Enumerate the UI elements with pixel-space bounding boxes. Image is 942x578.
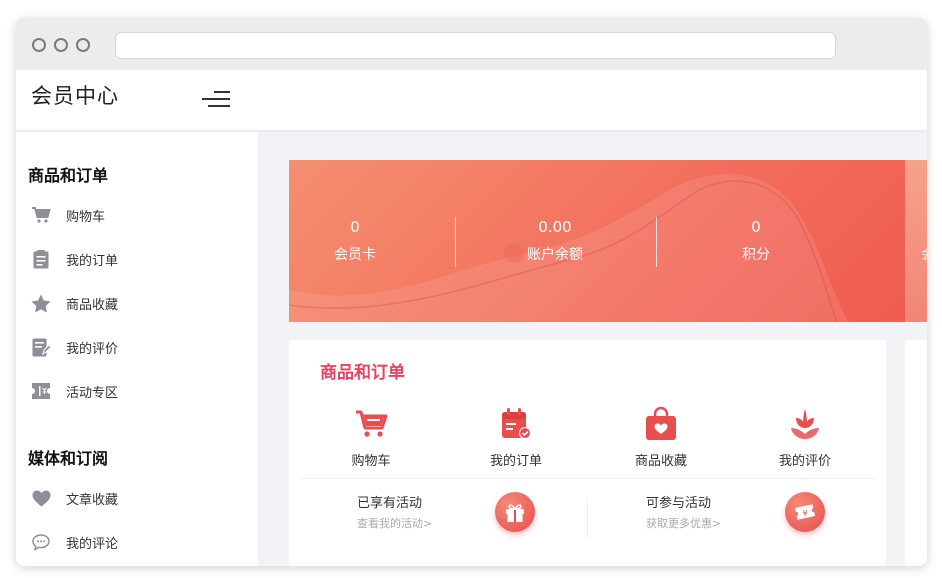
promo-title: 已享有活动	[357, 496, 423, 511]
quick-link-reviews[interactable]: 我的评价	[755, 406, 855, 469]
sidebar-item-label: 购物车	[66, 209, 106, 225]
heart-icon	[30, 487, 52, 509]
svg-text:¥: ¥	[802, 509, 807, 518]
quick-link-label: 我的评价	[778, 454, 831, 469]
clipboard-icon	[30, 248, 52, 270]
stat-label: 账户余额	[527, 247, 583, 263]
stat-value: 0.00	[538, 218, 572, 236]
window-close-dot[interactable]	[32, 38, 46, 52]
address-bar[interactable]	[115, 32, 836, 59]
promo-subtitle-link[interactable]: 查看我的活动>	[357, 515, 432, 531]
stat-value: 0	[751, 218, 761, 236]
sidebar-item-label: 活动专区	[66, 385, 119, 401]
sidebar-item-events[interactable]: 活动专区	[30, 378, 230, 404]
account-summary-banner: 0 会员卡 0.00 账户余额 0 积分	[289, 160, 927, 322]
promo-divider	[587, 498, 588, 538]
ticket-icon	[30, 380, 52, 402]
window-minimize-dot[interactable]	[54, 38, 68, 52]
quick-link-orders[interactable]: 我的订单	[466, 406, 566, 469]
sidebar-item-label: 文章收藏	[66, 492, 119, 508]
comment-icon	[30, 531, 52, 553]
quick-link-label: 购物车	[351, 454, 391, 469]
sidebar-item-reviews[interactable]: 我的评价	[30, 334, 230, 360]
partial-stat-label: 会	[921, 244, 927, 264]
review-flower-icon	[787, 406, 823, 442]
sidebar-item-article-favorites[interactable]: 文章收藏	[30, 485, 230, 511]
edit-note-icon	[30, 336, 52, 358]
stat-account-balance[interactable]: 0.00 账户余额	[490, 218, 620, 264]
promo-joined-events[interactable]: 已享有活动 查看我的活动>	[357, 492, 432, 531]
star-icon	[30, 292, 52, 314]
gift-icon[interactable]	[495, 492, 535, 532]
sidebar-item-label: 我的订单	[66, 253, 119, 269]
sidebar-item-orders[interactable]: 我的订单	[30, 246, 230, 272]
sidebar-item-label: 商品收藏	[66, 297, 119, 313]
stat-label: 积分	[742, 247, 770, 263]
sidebar-section-title-media: 媒体和订阅	[28, 449, 109, 468]
quick-link-favorites[interactable]: 商品收藏	[611, 406, 711, 469]
coupon-icon[interactable]: ¥	[785, 492, 825, 532]
orders-panel: 商品和订单 购物车 我的订单 商品收藏 我的评价 已享有活动 查看我的活动> 可…	[289, 340, 886, 566]
stat-value: 0	[350, 218, 360, 236]
browser-window: 会员中心 商品和订单 购物车 我的订单 商品收藏 我的评价 活动专区 媒体和订阅…	[16, 18, 927, 566]
sidebar-section-title-orders: 商品和订单	[28, 166, 109, 185]
order-calendar-icon	[498, 406, 534, 442]
banner-edge-strip: 会	[905, 160, 927, 322]
quick-link-label: 商品收藏	[634, 454, 687, 469]
panel-divider	[301, 478, 875, 479]
sidebar-item-favorites[interactable]: 商品收藏	[30, 290, 230, 316]
stat-member-card[interactable]: 0 会员卡	[290, 218, 420, 264]
promo-available-events[interactable]: 可参与活动 获取更多优惠>	[646, 492, 721, 531]
side-panel-partial	[905, 340, 927, 566]
top-header: 会员中心	[16, 70, 927, 130]
promo-subtitle-link[interactable]: 获取更多优惠>	[646, 515, 721, 531]
sidebar-item-cart[interactable]: 购物车	[30, 202, 230, 228]
sidebar-item-label: 我的评论	[66, 536, 119, 552]
cart-icon	[353, 406, 389, 442]
stat-points[interactable]: 0 积分	[691, 218, 821, 264]
browser-chrome	[16, 18, 927, 70]
page-viewport: 会员中心 商品和订单 购物车 我的订单 商品收藏 我的评价 活动专区 媒体和订阅…	[16, 70, 927, 566]
stat-divider	[455, 217, 456, 267]
cart-icon	[30, 204, 52, 226]
page-title: 会员中心	[31, 84, 119, 108]
sidebar-item-label: 我的评价	[66, 341, 119, 357]
promo-title: 可参与活动	[646, 496, 712, 511]
quick-link-cart[interactable]: 购物车	[321, 406, 421, 469]
sidebar-item-comments[interactable]: 我的评论	[30, 529, 230, 555]
sidebar: 商品和订单 购物车 我的订单 商品收藏 我的评价 活动专区 媒体和订阅 文章收藏…	[16, 132, 258, 566]
stat-label: 会员卡	[334, 247, 376, 263]
quick-link-label: 我的订单	[489, 454, 542, 469]
window-maximize-dot[interactable]	[76, 38, 90, 52]
menu-toggle-icon[interactable]	[202, 88, 230, 110]
stat-divider	[656, 217, 657, 267]
panel-title: 商品和订单	[320, 363, 405, 383]
favorite-bag-icon	[643, 406, 679, 442]
